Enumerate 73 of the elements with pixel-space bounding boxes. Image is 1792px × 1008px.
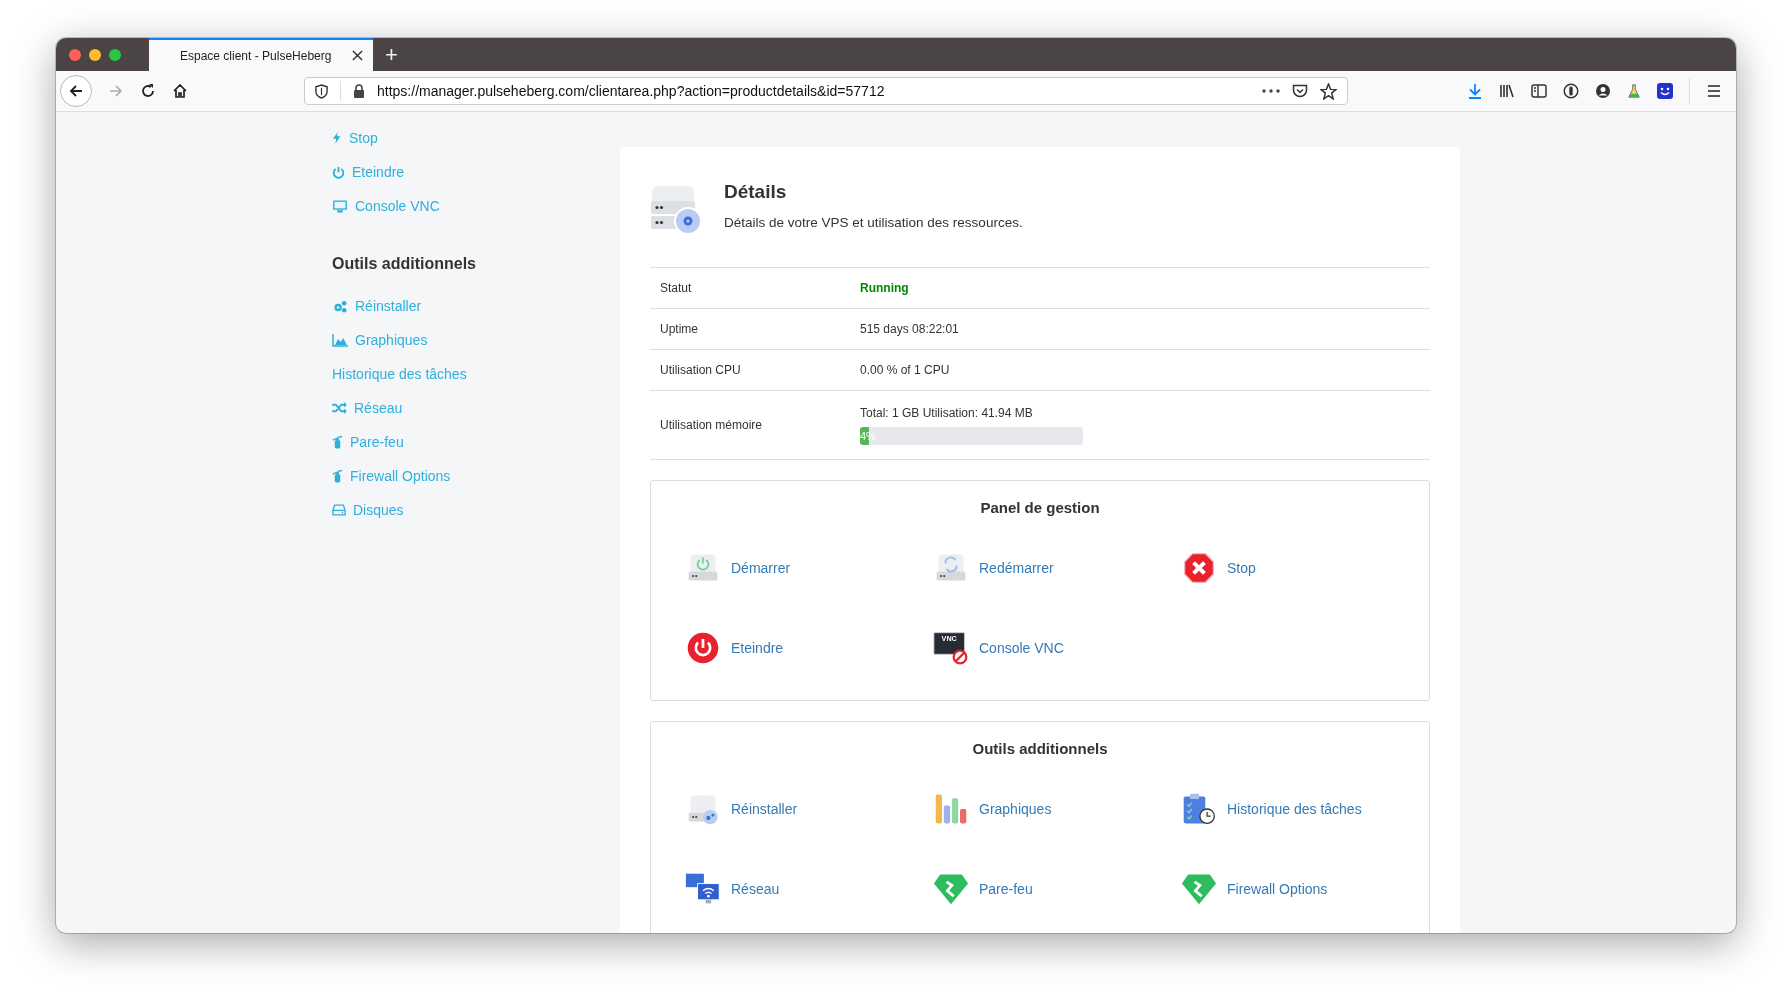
row-value: 515 days 08:22:01 <box>860 322 959 336</box>
action-link[interactable]: Stop <box>1227 560 1256 576</box>
close-window-button[interactable] <box>69 48 81 61</box>
shield-icon[interactable] <box>315 83 328 99</box>
back-arrow-icon[interactable] <box>68 83 84 99</box>
sidebar-heading: Outils additionnels <box>332 255 476 273</box>
row-label: Statut <box>659 281 693 295</box>
more-dots-icon[interactable] <box>1262 89 1280 93</box>
extinguisher-icon <box>332 435 343 449</box>
section-subtitle: Détails de votre VPS et utilisation des ressources. <box>724 215 1023 230</box>
minimize-window-button[interactable] <box>89 48 101 61</box>
download-icon[interactable] <box>1467 83 1483 99</box>
row-value: 0.00 % of 1 CPU <box>860 363 950 377</box>
action-link[interactable]: Eteindre <box>731 640 784 656</box>
sidebar-icon[interactable] <box>1531 83 1547 99</box>
info-circle-icon[interactable] <box>1563 83 1579 99</box>
reload-icon[interactable] <box>140 83 156 99</box>
row-label: Uptime <box>659 322 699 336</box>
panel-title: Panel de gestion <box>979 499 1101 516</box>
server-gear-icon <box>650 183 702 233</box>
sidebar-link[interactable]: Stop <box>332 121 378 155</box>
pocket-icon[interactable] <box>1292 83 1308 99</box>
hard-drive-icon <box>332 504 346 516</box>
tool-link[interactable]: Firewall Options <box>1227 881 1328 897</box>
clipboard-clock-icon <box>1181 792 1217 826</box>
power-icon <box>332 165 345 179</box>
sidebar-link[interactable]: Historique des tâches <box>332 357 467 391</box>
action-link[interactable]: Console VNC <box>979 640 1064 656</box>
url-text: https://manager.pulseheberg.com/clientarea.php?action=productdetails&id=57712 <box>377 83 886 99</box>
library-icon[interactable] <box>1499 83 1515 99</box>
shield-gem-icon <box>1181 872 1217 906</box>
sidebar-link[interactable]: Graphiques <box>332 323 428 357</box>
home-icon[interactable] <box>172 83 188 99</box>
new-tab-button[interactable]: + <box>373 38 410 71</box>
panel-title: Outils additionnels <box>971 740 1109 757</box>
back-button[interactable] <box>60 75 92 107</box>
star-icon[interactable] <box>1320 82 1337 100</box>
address-bar[interactable]: https://manager.pulseheberg.com/clientarea.php?action=productdetails&id=57712 <box>304 77 1348 105</box>
action-link[interactable]: Démarrer <box>731 560 791 576</box>
smiley-icon[interactable] <box>1657 83 1673 99</box>
zoom-window-button[interactable] <box>109 48 121 61</box>
sidebar-link[interactable]: Console VNC <box>332 189 440 223</box>
shuffle-icon <box>332 402 347 414</box>
tool-link[interactable]: Réinstaller <box>731 801 798 817</box>
memory-value: Total: 1 GB Utilisation: 41.94 MB <box>860 405 1034 420</box>
stop-sign-icon <box>1181 551 1217 585</box>
area-chart-icon <box>332 333 348 347</box>
close-icon[interactable] <box>352 50 363 61</box>
monitor-icon <box>332 199 348 213</box>
stacked-coins-chart-icon <box>933 792 969 826</box>
tool-link[interactable]: Graphiques <box>979 801 1052 817</box>
status-value: Running <box>860 281 909 295</box>
monitors-wifi-icon <box>685 872 721 906</box>
menu-icon[interactable] <box>1706 83 1722 99</box>
browser-tab[interactable]: Espace client - PulseHeberg <box>149 38 373 71</box>
lock-icon[interactable] <box>353 84 365 98</box>
row-label: Utilisation CPU <box>659 363 742 377</box>
tab-title: Espace client - PulseHeberg <box>180 48 332 63</box>
action-link[interactable]: Redémarrer <box>979 560 1054 576</box>
sidebar-link[interactable]: Eteindre <box>332 155 405 189</box>
sidebar-link[interactable]: Réseau <box>332 391 403 425</box>
account-icon[interactable] <box>1595 83 1611 99</box>
lightning-icon <box>332 131 342 145</box>
flask-icon[interactable] <box>1627 83 1641 99</box>
tool-link[interactable]: Réseau <box>731 881 780 897</box>
section-title: Détails <box>724 181 788 203</box>
row-label: Utilisation mémoire <box>659 418 764 432</box>
tool-link[interactable]: Historique des tâches <box>1227 801 1362 817</box>
extinguisher-icon <box>332 469 343 483</box>
gears-icon <box>332 299 348 313</box>
tool-link[interactable]: Pare-feu <box>979 881 1033 897</box>
power-button-icon <box>685 631 721 665</box>
shield-gem-icon <box>933 872 969 906</box>
